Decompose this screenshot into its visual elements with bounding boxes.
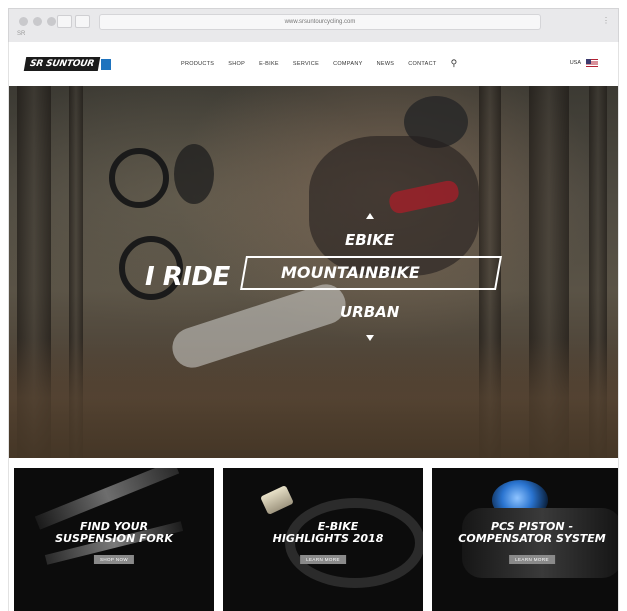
menu-item-ebike[interactable]: E-BIKE	[259, 61, 279, 72]
language-selector[interactable]: USA	[570, 59, 598, 67]
website: SR SUNTOUR PRODUCTS SHOP E-BIKE SERVICE …	[8, 42, 619, 611]
hero-option-mountainbike[interactable]: MOUNTAINBIKE	[281, 263, 420, 282]
menu-item-service[interactable]: SERVICE	[293, 61, 319, 72]
hero-option-ebike[interactable]: EBIKE	[345, 231, 394, 249]
window-controls	[19, 17, 56, 26]
promo-tiles: FIND YOUR SUSPENSION FORK SHOP NOW E-BIK…	[9, 458, 618, 611]
search-icon[interactable]: ⚲	[451, 58, 458, 69]
promo-tile-pcs-piston[interactable]: PCS PISTON - COMPENSATOR SYSTEM LEARN MO…	[432, 468, 618, 611]
promo-tile-ebike-highlights[interactable]: E-BIKE HIGHLIGHTS 2018 LEARN MORE	[223, 468, 423, 611]
forest-ground-image	[9, 338, 618, 458]
menu-item-contact[interactable]: CONTACT	[408, 61, 436, 72]
hero-option-urban[interactable]: URBAN	[340, 303, 399, 321]
logo-text: SR SUNTOUR	[23, 57, 101, 71]
learn-more-button[interactable]: LEARN MORE	[509, 555, 555, 564]
logo-square-icon	[100, 58, 111, 70]
minimize-window-button[interactable]	[33, 17, 42, 26]
maximize-window-button[interactable]	[47, 17, 56, 26]
menu-item-shop[interactable]: SHOP	[228, 61, 245, 72]
ebike-part-image	[260, 485, 294, 515]
promo-tile-suspension-fork[interactable]: FIND YOUR SUSPENSION FORK SHOP NOW	[14, 468, 214, 611]
tile-title-line2: COMPENSATOR SYSTEM	[458, 532, 606, 545]
tab-label: SR	[17, 31, 26, 37]
hero-banner: I RIDE EBIKE MOUNTAINBIKE URBAN	[9, 86, 618, 458]
hero-prefix-text: I RIDE	[145, 262, 230, 292]
back-button[interactable]	[57, 15, 72, 28]
browser-nav-buttons	[57, 15, 90, 28]
bike-wheel-image	[109, 148, 169, 208]
arrow-down-icon[interactable]	[366, 335, 374, 341]
shop-now-button[interactable]: SHOP NOW	[93, 555, 135, 564]
forward-button[interactable]	[75, 15, 90, 28]
logo[interactable]: SR SUNTOUR	[23, 57, 111, 71]
menu-item-company[interactable]: COMPANY	[333, 61, 363, 72]
close-window-button[interactable]	[19, 17, 28, 26]
rider-image	[174, 144, 214, 204]
main-menu: PRODUCTS SHOP E-BIKE SERVICE COMPANY NEW…	[181, 58, 458, 72]
language-label: USA	[569, 60, 581, 66]
tile-title-line2: SUSPENSION FORK	[55, 532, 173, 545]
learn-more-button[interactable]: LEARN MORE	[300, 555, 346, 564]
site-header: SR SUNTOUR PRODUCTS SHOP E-BIKE SERVICE …	[9, 42, 618, 86]
tile-title-line2: HIGHLIGHTS 2018	[272, 532, 384, 545]
arrow-up-icon[interactable]	[366, 213, 374, 219]
address-bar[interactable]: www.srsuntourcycling.com	[99, 14, 541, 30]
us-flag-icon	[586, 59, 598, 67]
menu-item-news[interactable]: NEWS	[377, 61, 395, 72]
menu-item-products[interactable]: PRODUCTS	[181, 61, 214, 72]
share-icon[interactable]: ⋮	[602, 16, 610, 25]
browser-chrome: www.srsuntourcycling.com ⋮ SR	[8, 8, 619, 42]
